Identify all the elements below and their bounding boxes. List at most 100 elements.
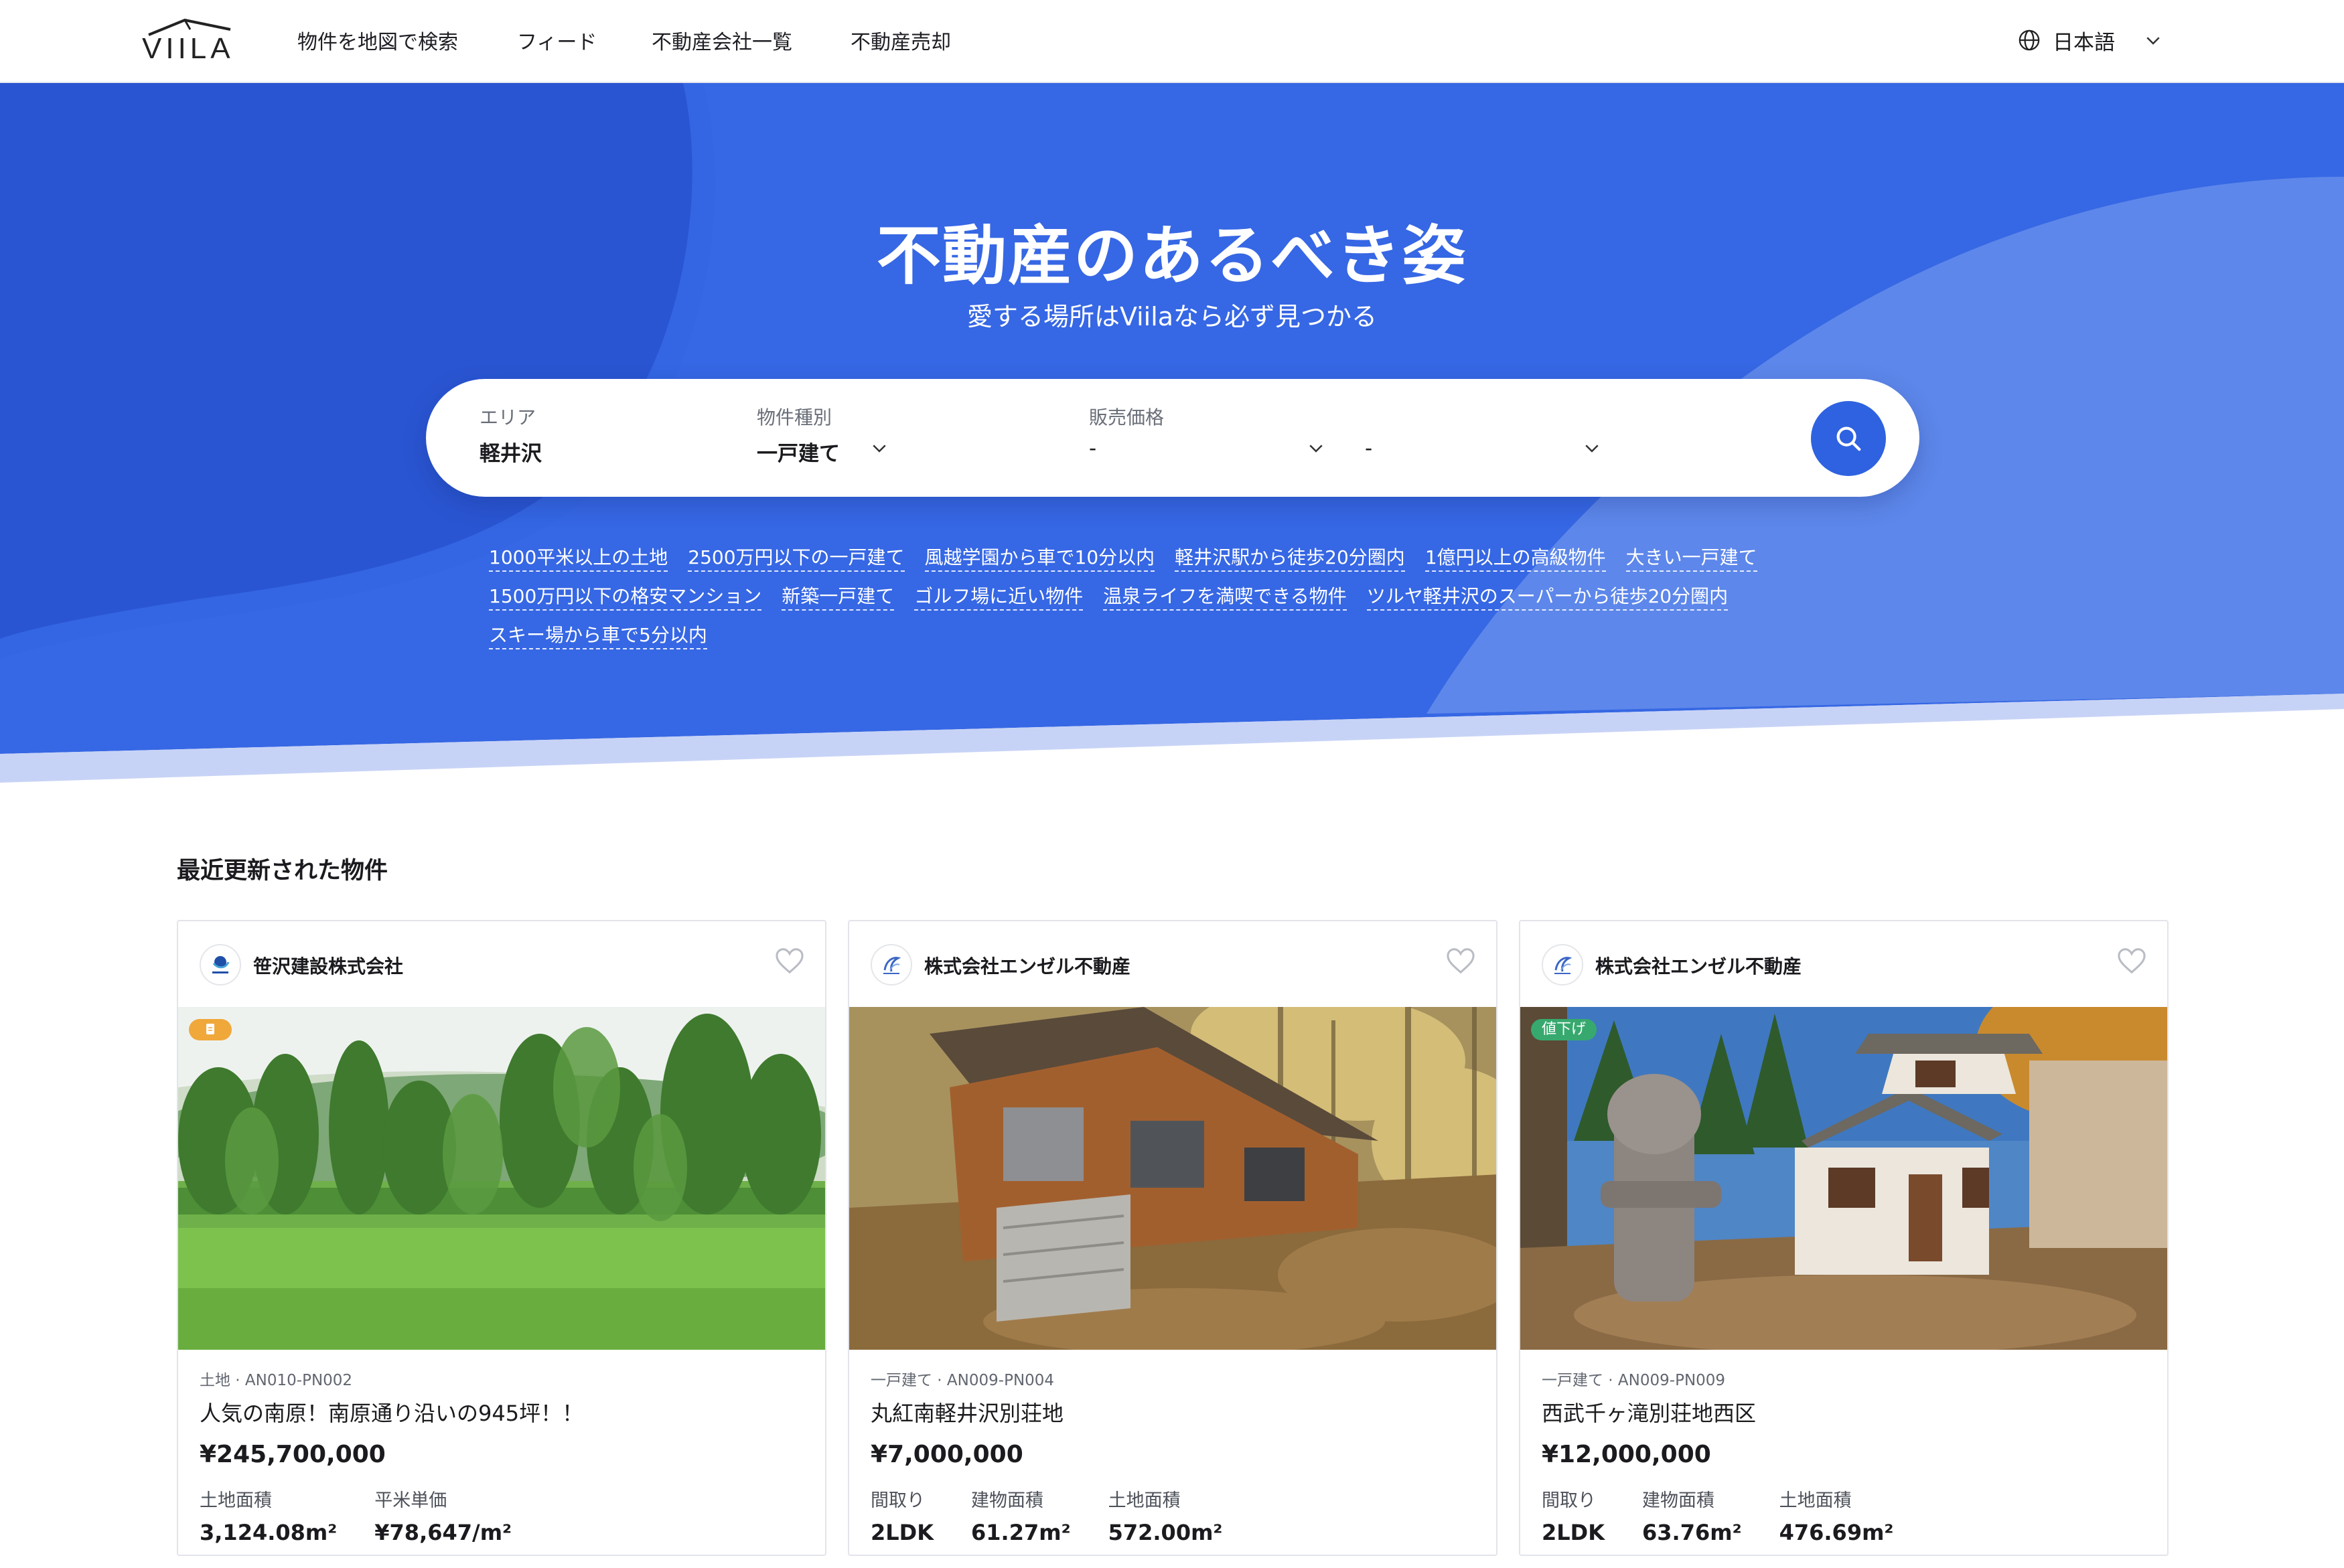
search-button[interactable] bbox=[1811, 401, 1886, 476]
card-details: 一戸建て · AN009-PN004 丸紅南軽井沢別荘地 ¥7,000,000 … bbox=[871, 1367, 1475, 1545]
tag-link[interactable]: 軽井沢駅から徒歩20分圏内 bbox=[1175, 546, 1405, 572]
spec-label: 土地面積 bbox=[1108, 1490, 1181, 1511]
tag-link[interactable]: 風越学園から車で10分以内 bbox=[924, 546, 1155, 572]
language-label: 日本語 bbox=[2053, 30, 2115, 55]
spec-label: 土地面積 bbox=[1779, 1490, 1852, 1511]
listing-card[interactable]: 株式会社エンゼル不動産 bbox=[848, 920, 1497, 1556]
price-label: 販売価格 bbox=[1089, 406, 1165, 428]
price-drop-badge: 値下げ bbox=[1531, 1019, 1597, 1040]
listing-specs: 間取り 2LDK 建物面積 63.76m² 土地面積 476.69m² bbox=[1542, 1486, 2146, 1545]
tag-link[interactable]: ゴルフ場に近い物件 bbox=[914, 585, 1084, 611]
spec-item: 土地面積 3,124.08m² bbox=[200, 1486, 337, 1545]
language-selector[interactable]: 日本語 bbox=[2018, 23, 2163, 58]
property-type-select[interactable]: 一戸建て bbox=[757, 437, 840, 467]
price-min-select[interactable]: - bbox=[1089, 437, 1096, 461]
search-icon bbox=[1836, 426, 1861, 451]
listing-card[interactable]: 株式会社エンゼル不動産 bbox=[1519, 920, 2169, 1556]
listing-price: ¥7,000,000 bbox=[871, 1441, 1023, 1468]
property-type-code: 一戸建て · AN009-PN004 bbox=[871, 1372, 1055, 1389]
spec-value: 3,124.08m² bbox=[200, 1520, 338, 1545]
hero-title: 不動産のあるべき姿 bbox=[877, 218, 1467, 293]
spec-value: 63.76m² bbox=[1642, 1520, 1742, 1545]
tag-link[interactable]: 新築一戸建て bbox=[782, 585, 895, 611]
spec-value: ¥78,647/m² bbox=[374, 1520, 512, 1545]
spec-label: 間取り bbox=[1542, 1490, 1596, 1511]
spec-item: 建物面積 61.27m² bbox=[971, 1486, 1071, 1545]
company-name[interactable]: 株式会社エンゼル不動産 bbox=[924, 952, 1130, 979]
property-type-code: 土地 · AN010-PN002 bbox=[200, 1372, 353, 1389]
spec-item: 土地面積 572.00m² bbox=[1108, 1486, 1223, 1545]
tag-link[interactable]: 1500万円以下の格安マンション bbox=[489, 585, 762, 611]
listing-photo[interactable] bbox=[178, 1007, 825, 1350]
listing-card[interactable]: 笹沢建設株式会社 土地 · AN010-PN002 人気の南原！南原通り沿いの9… bbox=[177, 920, 826, 1556]
nav-sell-property[interactable]: 不動産売却 bbox=[851, 25, 951, 55]
area-label: エリア bbox=[480, 406, 536, 428]
listing-title[interactable]: 西武千ヶ滝別荘地西区 bbox=[1542, 1397, 2146, 1427]
chevron-down-icon[interactable] bbox=[1306, 438, 1326, 458]
property-type-label: 物件種別 bbox=[757, 406, 832, 428]
card-header: 笹沢建設株式会社 bbox=[178, 921, 825, 1007]
spec-label: 間取り bbox=[871, 1490, 925, 1511]
document-icon bbox=[206, 1024, 214, 1034]
tag-link[interactable]: 大きい一戸建て bbox=[1625, 546, 1757, 572]
listing-title[interactable]: 人気の南原！南原通り沿いの945坪！！ bbox=[200, 1397, 804, 1427]
price-max-select[interactable]: - bbox=[1365, 437, 1372, 461]
heart-icon[interactable] bbox=[2116, 947, 2147, 975]
spec-item: 間取り 2LDK bbox=[1542, 1486, 1605, 1545]
spec-value: 572.00m² bbox=[1108, 1520, 1223, 1545]
card-details: 一戸建て · AN009-PN009 西武千ヶ滝別荘地西区 ¥12,000,00… bbox=[1542, 1367, 2146, 1545]
heart-icon[interactable] bbox=[774, 947, 805, 975]
logo-text: VIILA bbox=[142, 32, 234, 65]
recent-listings-heading: 最近更新された物件 bbox=[177, 858, 388, 884]
card-header: 株式会社エンゼル不動産 bbox=[1520, 921, 2167, 1007]
chevron-down-icon bbox=[2146, 37, 2160, 45]
viila-logo[interactable]: VIILA bbox=[142, 17, 236, 66]
spec-value: 2LDK bbox=[871, 1520, 934, 1545]
tag-link[interactable]: 2500万円以下の一戸建て bbox=[688, 546, 905, 572]
spec-label: 土地面積 bbox=[200, 1490, 272, 1511]
spec-value: 2LDK bbox=[1542, 1520, 1605, 1545]
card-details: 土地 · AN010-PN002 人気の南原！南原通り沿いの945坪！！ ¥24… bbox=[200, 1367, 804, 1545]
chevron-down-icon[interactable] bbox=[1582, 438, 1602, 458]
tag-link[interactable]: 1000平米以上の土地 bbox=[489, 546, 668, 572]
spec-label: 建物面積 bbox=[1642, 1490, 1715, 1511]
quick-search-tags: 1000平米以上の土地 2500万円以下の一戸建て 風越学園から車で10分以内 軽井沢… bbox=[489, 538, 1869, 655]
company-logo[interactable] bbox=[871, 944, 912, 986]
company-logo[interactable] bbox=[1542, 944, 1583, 986]
company-name[interactable]: 株式会社エンゼル不動産 bbox=[1595, 952, 1802, 979]
tag-link[interactable]: ツルヤ軽井沢のスーパーから徒歩20分圏内 bbox=[1366, 585, 1729, 611]
spec-item: 土地面積 476.69m² bbox=[1779, 1486, 1894, 1545]
heart-icon[interactable] bbox=[1445, 947, 1476, 975]
hero-subtitle: 愛する場所はViilaなら必ず見つかる bbox=[966, 302, 1378, 331]
spec-label: 建物面積 bbox=[971, 1490, 1044, 1511]
listing-price: ¥245,700,000 bbox=[200, 1441, 386, 1468]
spec-value: 476.69m² bbox=[1779, 1520, 1894, 1545]
listing-photo[interactable] bbox=[849, 1007, 1496, 1350]
nav-feed[interactable]: フィード bbox=[517, 25, 597, 55]
nav-company-list[interactable]: 不動産会社一覧 bbox=[652, 25, 792, 55]
listing-title[interactable]: 丸紅南軽井沢別荘地 bbox=[871, 1397, 1475, 1427]
nav-map-search[interactable]: 物件を地図で検索 bbox=[297, 25, 458, 55]
globe-icon bbox=[2019, 29, 2040, 51]
tag-link[interactable]: スキー場から車で5分以内 bbox=[489, 624, 707, 649]
spec-item: 平米単価 ¥78,647/m² bbox=[374, 1486, 512, 1545]
spec-label: 平米単価 bbox=[374, 1490, 447, 1511]
property-search-bar: エリア 軽井沢 物件種別 一戸建て 販売価格 - - bbox=[426, 379, 1919, 497]
chevron-down-icon[interactable] bbox=[869, 438, 889, 458]
listing-specs: 土地面積 3,124.08m² 平米単価 ¥78,647/m² bbox=[200, 1486, 804, 1545]
tag-link[interactable]: 温泉ライフを満喫できる物件 bbox=[1103, 585, 1347, 611]
area-field[interactable]: 軽井沢 bbox=[480, 437, 542, 467]
tag-link[interactable]: 1億円以上の高級物件 bbox=[1424, 546, 1606, 572]
listing-photo[interactable]: 値下げ bbox=[1520, 1007, 2167, 1350]
hero-banner: 不動産のあるべき姿 愛する場所はViilaなら必ず見つかる エリア 軽井沢 物件… bbox=[0, 83, 2344, 786]
company-logo[interactable] bbox=[200, 944, 241, 986]
company-name[interactable]: 笹沢建設株式会社 bbox=[253, 952, 403, 979]
spec-item: 間取り 2LDK bbox=[871, 1486, 934, 1545]
listing-price: ¥12,000,000 bbox=[1542, 1441, 1711, 1468]
spec-item: 建物面積 63.76m² bbox=[1642, 1486, 1742, 1545]
spec-value: 61.27m² bbox=[971, 1520, 1071, 1545]
document-badge bbox=[189, 1019, 232, 1040]
top-navigation-bar: VIILA 物件を地図で検索 フィード 不動産会社一覧 不動産売却 日本語 bbox=[0, 0, 2344, 83]
card-header: 株式会社エンゼル不動産 bbox=[849, 921, 1496, 1007]
listing-specs: 間取り 2LDK 建物面積 61.27m² 土地面積 572.00m² bbox=[871, 1486, 1475, 1545]
